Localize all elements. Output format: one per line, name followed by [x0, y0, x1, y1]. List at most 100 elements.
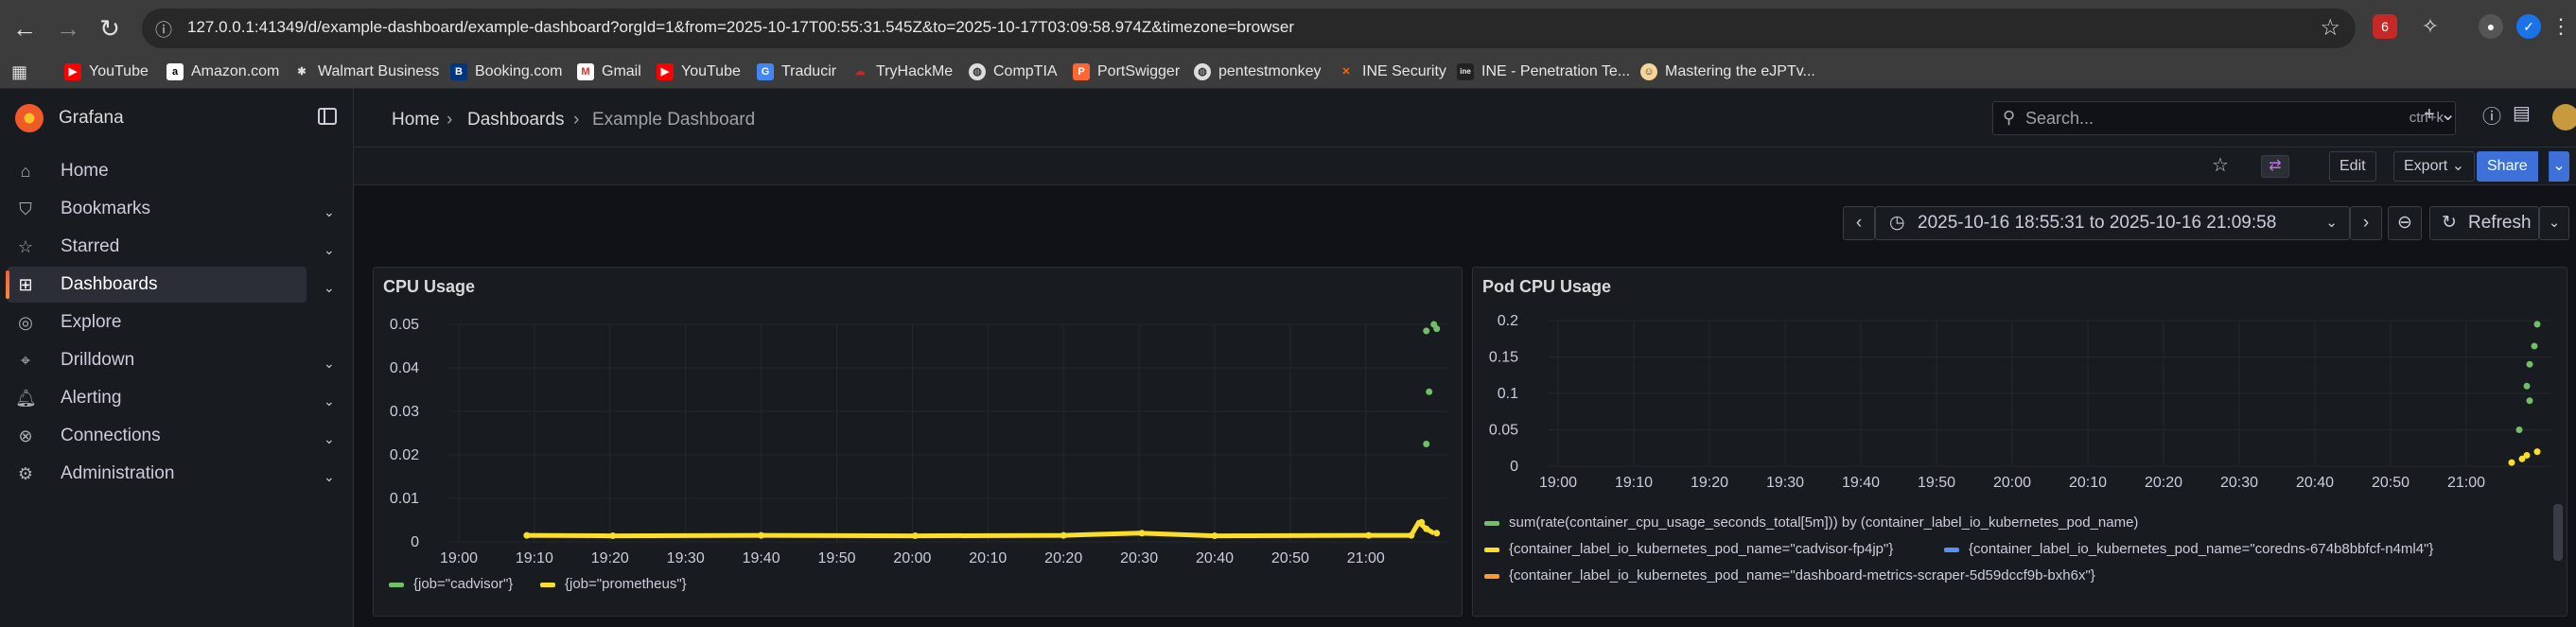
sidebar-item-connections[interactable]: ⊗ Connections [8, 418, 307, 454]
search-bar[interactable]: ⚲ ctrl+k [1992, 101, 2456, 135]
apps-grid-icon[interactable]: ▦ [11, 61, 27, 82]
chevron-down-icon[interactable]: ⌄ [324, 242, 337, 258]
refresh-button[interactable]: ↻ Refresh [2429, 206, 2539, 240]
panel-cpu-usage[interactable]: CPU Usage 0 0.01 0.02 0.03 0.04 0.05 19:00 19:1… [373, 267, 1463, 617]
x-tick-label: 19:30 [667, 550, 705, 566]
x-tick-label: 20:50 [1271, 550, 1309, 566]
legend-entry[interactable]: {job="cadvisor"} [413, 576, 513, 592]
share-link-icon[interactable]: ⇄ [2261, 155, 2289, 178]
reload-icon[interactable]: ↻ [93, 11, 127, 45]
bookmark-star-icon[interactable]: ☆ [2320, 14, 2340, 42]
dock-menu-icon[interactable] [318, 108, 337, 125]
chevron-down-icon[interactable]: ⌄ [324, 393, 337, 409]
x-tick-label: 21:00 [2447, 475, 2485, 491]
bookmark-icon: ⛉ [19, 199, 32, 218]
bookmark-amazon[interactable]: a Amazon.com [166, 61, 279, 82]
time-forward-button[interactable]: › [2350, 206, 2382, 240]
drilldown-icon: ⌖ [20, 350, 31, 370]
puzzle-icon[interactable]: ✧ [2418, 14, 2443, 39]
site-info-icon[interactable]: ⓘ [155, 17, 172, 42]
address-bar[interactable]: ⓘ 127.0.0.1:41349/d/example-dashboard/ex… [142, 9, 2356, 48]
bookmark-pentestmonkey[interactable]: ◍ pentestmonkey [1194, 61, 1322, 82]
data-point [1426, 388, 1433, 395]
bookmark-ine-pentest[interactable]: ine INE - Penetration Te... [1457, 61, 1630, 82]
face-icon: ☺ [1640, 63, 1657, 80]
breadcrumb-home[interactable]: Home [392, 110, 440, 131]
grafana-logo-icon[interactable] [15, 104, 44, 132]
chevron-down-icon[interactable]: ⌄ [324, 356, 337, 372]
bookmark-portswigger[interactable]: P PortSwigger [1073, 61, 1180, 82]
sidebar-item-administration[interactable]: ⚙ Administration [8, 456, 307, 492]
news-icon[interactable]: ▤ [2513, 101, 2531, 125]
bookmark-booking[interactable]: B Booking.com [450, 61, 563, 82]
sidebar-item-starred[interactable]: ☆ Starred [8, 229, 307, 265]
translate-icon: G [757, 63, 774, 80]
data-point [1418, 518, 1426, 526]
legend-entry[interactable]: {job="prometheus"} [565, 576, 687, 592]
sidebar-item-bookmarks[interactable]: ⛉ Bookmarks [8, 191, 307, 227]
zoom-out-icon[interactable]: ⊖ [2388, 206, 2422, 240]
ine-logo-icon: ine [1457, 63, 1474, 80]
time-back-button[interactable]: ‹ [1843, 206, 1875, 240]
profile-icon[interactable]: ● [2479, 14, 2503, 39]
legend-swatch [1484, 521, 1499, 526]
sidebar-item-drilldown[interactable]: ⌖ Drilldown [8, 342, 307, 378]
share-dropdown-icon[interactable]: ⌄ [2549, 151, 2569, 182]
menu-dots-icon[interactable]: ⋮ [2549, 14, 2573, 39]
forward-arrow-icon[interactable]: → [51, 11, 85, 45]
bookmark-comptia[interactable]: ◍ CompTIA [969, 61, 1058, 82]
time-range-picker[interactable]: ◷ 2025-10-16 18:55:31 to 2025-10-16 21:0… [1875, 206, 2350, 240]
data-point [1423, 327, 1430, 335]
chevron-down-icon[interactable]: ⌄ [324, 280, 337, 296]
legend-swatch [1484, 548, 1499, 552]
url-text[interactable]: 127.0.0.1:41349/d/example-dashboard/exam… [187, 18, 1294, 37]
sidebar-item-home[interactable]: ⌂ Home [8, 153, 307, 189]
share-button[interactable]: Share [2477, 151, 2538, 182]
sidebar-item-dashboards[interactable]: ⊞ Dashboards [6, 267, 307, 303]
sync-icon[interactable]: ✓ [2516, 14, 2541, 39]
y-tick-label: 0.05 [1489, 423, 1518, 439]
bookmark-ine-security[interactable]: ✕ INE Security [1338, 61, 1446, 82]
sidebar-item-alerting[interactable]: 🔔︎ Alerting [8, 380, 307, 416]
bookmark-walmart[interactable]: ✱ Walmart Business [293, 61, 439, 82]
chevron-down-icon[interactable]: ⌄ [324, 204, 337, 220]
chevron-down-icon[interactable]: ⌄ [324, 431, 337, 447]
sidebar-item-explore[interactable]: ◎ Explore [8, 305, 307, 340]
search-icon: ⚲ [2003, 108, 2016, 127]
legend-entry[interactable]: {container_label_io_kubernetes_pod_name=… [1509, 541, 1893, 557]
export-button[interactable]: Export ⌄ [2393, 151, 2476, 182]
bookmark-traducir[interactable]: G Traducir [757, 61, 836, 82]
bookmark-ejpt[interactable]: ☺ Mastering the eJPTv... [1640, 61, 1815, 82]
mark-as-favorite-icon[interactable]: ☆ [2212, 153, 2229, 177]
data-point [2523, 451, 2531, 459]
search-input[interactable] [2025, 109, 2347, 129]
breadcrumb-dashboards[interactable]: Dashboards [467, 110, 564, 131]
legend-entry[interactable]: sum(rate(container_cpu_usage_seconds_tot… [1509, 514, 2138, 531]
avatar[interactable] [2552, 104, 2576, 131]
bookmark-youtube[interactable]: ▶ YouTube [64, 61, 149, 82]
y-tick-label: 0.15 [1489, 350, 1518, 366]
home-icon: ⌂ [20, 161, 31, 181]
panel-pod-cpu-usage[interactable]: Pod CPU Usage 0 0.05 0.1 0.15 0.2 19:00 19:10 1… [1472, 267, 2567, 617]
x-tick-label: 19:50 [817, 550, 855, 566]
refresh-interval-dropdown[interactable]: ⌄ [2539, 206, 2569, 240]
help-icon[interactable]: ⓘ [2482, 101, 2501, 129]
legend-entry[interactable]: {container_label_io_kubernetes_pod_name=… [1509, 567, 2095, 583]
y-tick-label: 0 [411, 534, 419, 550]
legend-scrollbar[interactable] [2553, 504, 2563, 561]
data-point [1138, 530, 1146, 537]
extension-icon[interactable]: 6 [2373, 14, 2397, 39]
bookmark-tryhackme[interactable]: ☁ TryHackMe [851, 61, 954, 82]
bookmark-gmail[interactable]: M Gmail [577, 61, 641, 82]
bookmark-youtube-2[interactable]: ▶ YouTube [657, 61, 741, 82]
chevron-down-icon[interactable]: ⌄ [324, 469, 337, 485]
refresh-icon: ↻ [2442, 213, 2457, 233]
edit-button[interactable]: Edit [2329, 151, 2376, 182]
legend-entry[interactable]: {container_label_io_kubernetes_pod_name=… [1969, 541, 2433, 557]
dashboard-actions: ☆ ⇄ Edit Export ⌄ Share ⌄ [354, 148, 2576, 185]
add-icon[interactable]: + ⌄ [2424, 102, 2456, 126]
brand-name: Grafana [59, 108, 124, 128]
back-arrow-icon[interactable]: ← [8, 11, 42, 45]
sidebar: Grafana ⌂ Home ⛉ Bookmarks ⌄ ☆ Starred ⌄… [0, 89, 354, 627]
x-tick-label: 19:10 [1615, 475, 1653, 491]
